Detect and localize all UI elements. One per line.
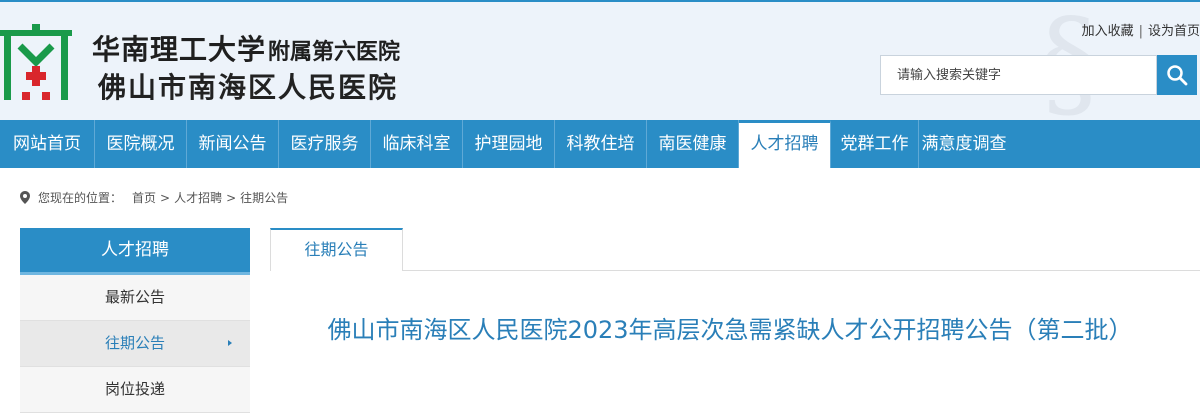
- set-homepage-link[interactable]: 设为首页: [1148, 24, 1200, 39]
- nav-item-education[interactable]: 科教住培: [555, 120, 647, 168]
- hospital-name: 佛山市南海区人民医院: [98, 71, 399, 104]
- breadcrumb-recruitment[interactable]: 人才招聘: [174, 189, 222, 206]
- sidebar-item-job-application[interactable]: 岗位投递: [20, 367, 250, 413]
- content-tab-bar: 往期公告: [270, 228, 1200, 271]
- chevron-right-icon: [228, 340, 232, 346]
- breadcrumb-past-announcements[interactable]: 往期公告: [240, 189, 288, 206]
- nav-item-health[interactable]: 南医健康: [647, 120, 739, 168]
- main-nav: 网站首页 医院概况 新闻公告 医疗服务 临床科室 护理园地 科教住培 南医健康 …: [0, 120, 1200, 168]
- link-separator: |: [1138, 24, 1143, 39]
- sidebar-item-label: 岗位投递: [104, 380, 165, 398]
- sidebar-item-label: 最新公告: [104, 288, 165, 306]
- nav-item-nursing[interactable]: 护理园地: [463, 120, 555, 168]
- affiliation-label: 附属第六医院: [268, 40, 401, 65]
- search-button[interactable]: [1157, 55, 1197, 95]
- breadcrumb-prefix: 您现在的位置：: [38, 191, 123, 205]
- university-name: 华南理工大学: [92, 33, 267, 66]
- nav-item-satisfaction-survey[interactable]: 满意度调查: [919, 120, 1009, 168]
- search-icon: [1167, 65, 1188, 86]
- nav-item-recruitment[interactable]: 人才招聘: [739, 120, 831, 168]
- hospital-logo-icon[interactable]: [0, 24, 72, 100]
- sidebar-item-past-announcements[interactable]: 往期公告: [20, 321, 250, 367]
- nav-item-medical-services[interactable]: 医疗服务: [279, 120, 371, 168]
- location-pin-icon: [20, 191, 30, 204]
- article-title: 佛山市南海区人民医院2023年高层次急需紧缺人才公开招聘公告（第二批）: [327, 316, 1133, 344]
- sidebar-item-label: 往期公告: [104, 334, 165, 352]
- breadcrumb-home[interactable]: 首页: [132, 189, 156, 206]
- site-header: § 华南理工大学附属第六医院 佛山市南海区人民医院 加入收藏|设为首页: [0, 0, 1200, 120]
- sidebar-item-latest-announcements[interactable]: 最新公告: [20, 275, 250, 321]
- nav-item-party-work[interactable]: 党群工作: [831, 120, 919, 168]
- nav-item-clinical-departments[interactable]: 临床科室: [371, 120, 463, 168]
- breadcrumb-separator: >: [160, 190, 171, 205]
- breadcrumb: 您现在的位置： 首页 > 人才招聘 > 往期公告: [20, 189, 288, 206]
- search-input[interactable]: [880, 55, 1157, 95]
- nav-item-home[interactable]: 网站首页: [0, 120, 95, 168]
- sidebar: 人才招聘 最新公告 往期公告 岗位投递: [20, 228, 250, 413]
- nav-item-overview[interactable]: 医院概况: [95, 120, 187, 168]
- add-favorite-link[interactable]: 加入收藏: [1082, 24, 1134, 39]
- tab-past-announcements[interactable]: 往期公告: [270, 228, 403, 271]
- breadcrumb-separator: >: [226, 190, 237, 205]
- sidebar-title: 人才招聘: [20, 228, 250, 275]
- university-affiliation: 华南理工大学附属第六医院: [92, 28, 401, 66]
- nav-item-news[interactable]: 新闻公告: [187, 120, 279, 168]
- top-links: 加入收藏 | 设为首页: [1082, 20, 1200, 39]
